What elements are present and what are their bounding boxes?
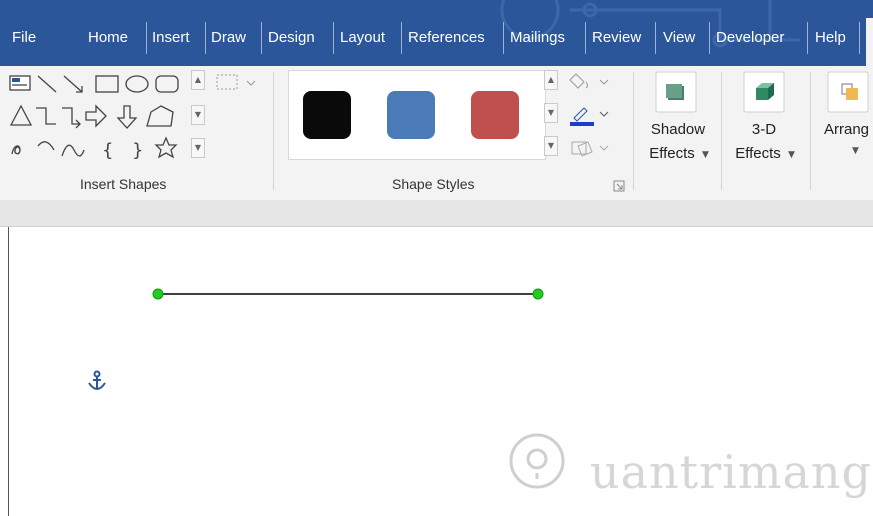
selection-handle-end[interactable] <box>532 288 544 300</box>
shadow-effects-icon <box>655 71 697 113</box>
tab-insert[interactable]: Insert <box>152 16 190 60</box>
group-separator <box>633 72 634 190</box>
shape-fill-icon[interactable] <box>568 70 614 92</box>
anchor-icon[interactable] <box>88 370 106 390</box>
group-label-insert-shapes: Insert Shapes <box>80 176 167 192</box>
tab-design[interactable]: Design <box>268 16 315 60</box>
right-brace-shape-icon[interactable]: } <box>132 140 143 161</box>
tab-separator <box>333 22 334 54</box>
elbow-arrow-connector-icon[interactable] <box>62 107 81 129</box>
shadow-effects-label-line2: Effects <box>649 145 695 162</box>
selection-handle-start[interactable] <box>152 288 164 300</box>
arc-shape-icon[interactable] <box>37 141 55 151</box>
shadow-effects-button[interactable]: Shadow Effects ▼ <box>640 66 716 194</box>
freeform-shape-icon[interactable] <box>146 105 174 127</box>
text-box-icon[interactable] <box>9 75 31 91</box>
shape-styles-gallery[interactable] <box>288 70 546 160</box>
chevron-down-icon: ▼ <box>788 150 795 160</box>
gallery-more-button[interactable]: ▼ <box>191 138 205 158</box>
tab-separator <box>401 22 402 54</box>
3d-effects-label-line2: Effects <box>735 145 781 162</box>
scribble-shape-icon[interactable] <box>11 145 21 155</box>
tab-separator <box>859 22 860 54</box>
tab-separator <box>655 22 656 54</box>
tab-separator <box>585 22 586 54</box>
group-separator <box>721 72 722 190</box>
arrange-button[interactable]: Arrang ▼ <box>818 66 873 194</box>
line-shape-icon[interactable] <box>37 75 57 93</box>
3d-effects-icon <box>743 71 785 113</box>
tab-file[interactable]: File <box>12 16 36 60</box>
arrow-line-shape-icon[interactable] <box>63 75 83 93</box>
chevron-down-icon: ▼ <box>852 146 859 156</box>
group-label-shape-styles: Shape Styles <box>392 176 475 192</box>
gallery-scroll-down-button[interactable]: ▼ <box>191 105 205 125</box>
curve-shape-icon[interactable] <box>61 144 85 157</box>
oval-shape-icon[interactable] <box>125 75 149 93</box>
watermark-logo-icon <box>509 433 565 489</box>
tab-home[interactable]: Home <box>88 16 128 60</box>
gallery-scroll-up-button[interactable]: ▲ <box>191 70 205 90</box>
tab-references[interactable]: References <box>408 16 485 60</box>
dialog-launcher-icon[interactable] <box>613 180 625 192</box>
3d-effects-label-line1: 3-D <box>751 121 777 138</box>
tab-layout[interactable]: Layout <box>340 16 385 60</box>
word-window: File Home Insert Draw Design Layout Refe… <box>0 0 873 516</box>
tab-view[interactable]: View <box>663 16 695 60</box>
tab-separator <box>146 22 147 54</box>
tab-separator <box>807 22 808 54</box>
ribbon: { } ▲ ▼ ▼ Insert Shapes ▲ ▼ ▼ Shape Styl… <box>0 66 873 201</box>
3d-effects-button[interactable]: 3-D Effects ▼ <box>726 66 802 194</box>
tab-mailings[interactable]: Mailings <box>510 16 565 60</box>
shape-effects-icon[interactable] <box>568 136 614 160</box>
right-arrow-shape-icon[interactable] <box>85 104 107 128</box>
tab-developer[interactable]: Developer <box>716 16 784 60</box>
shape-style-red[interactable] <box>471 91 519 139</box>
ruler-strip <box>0 200 873 227</box>
styles-scroll-down-button[interactable]: ▼ <box>544 103 558 123</box>
edit-shape-icon[interactable] <box>214 72 258 92</box>
group-separator <box>810 72 811 190</box>
tab-review[interactable]: Review <box>592 16 641 60</box>
document-canvas[interactable]: uantrimang <box>0 227 873 516</box>
tab-help[interactable]: Help <box>815 16 846 60</box>
triangle-shape-icon[interactable] <box>9 104 33 126</box>
tab-separator <box>503 22 504 54</box>
left-brace-shape-icon[interactable]: { <box>102 140 113 161</box>
tab-draw[interactable]: Draw <box>211 16 246 60</box>
star-shape-icon[interactable] <box>154 136 178 159</box>
tab-separator <box>261 22 262 54</box>
ribbon-tab-bar: File Home Insert Draw Design Layout Refe… <box>0 0 873 66</box>
rounded-rectangle-shape-icon[interactable] <box>155 75 179 93</box>
rectangle-shape-icon[interactable] <box>95 75 119 93</box>
group-separator <box>273 72 274 190</box>
arrange-label: Arrang <box>824 121 870 138</box>
chevron-down-icon: ▼ <box>702 150 709 160</box>
styles-scroll-up-button[interactable]: ▲ <box>544 70 558 90</box>
styles-more-button[interactable]: ▼ <box>544 136 558 156</box>
down-arrow-shape-icon[interactable] <box>116 105 138 129</box>
tab-separator <box>205 22 206 54</box>
shape-outline-icon[interactable] <box>568 102 614 128</box>
tab-shape-format[interactable] <box>866 18 873 66</box>
elbow-connector-icon[interactable] <box>36 107 56 125</box>
tab-separator <box>709 22 710 54</box>
watermark-text: uantrimang <box>590 445 872 499</box>
shadow-effects-label-line1: Shadow <box>650 121 706 138</box>
shape-style-black[interactable] <box>303 91 351 139</box>
shape-style-blue[interactable] <box>387 91 435 139</box>
page-edge <box>8 227 9 516</box>
arrange-icon <box>827 71 869 113</box>
shapes-gallery[interactable]: { } <box>0 66 190 166</box>
